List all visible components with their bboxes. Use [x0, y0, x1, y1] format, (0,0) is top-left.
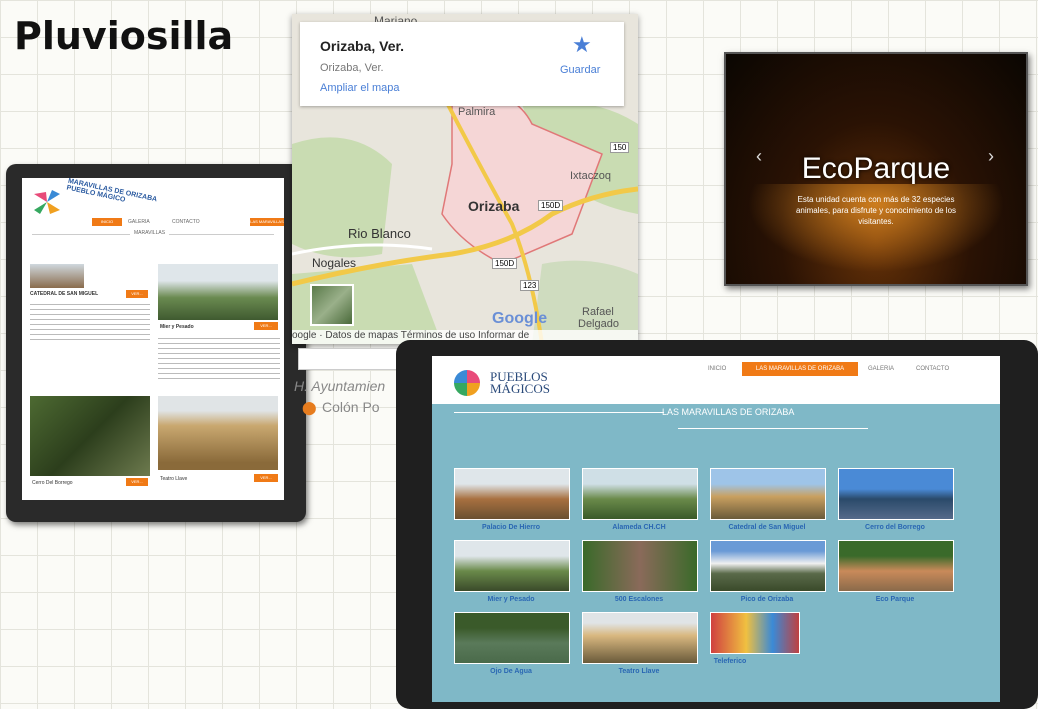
road-badge: 123 [520, 280, 540, 291]
gallery-thumb[interactable] [454, 612, 570, 664]
gallery-caption[interactable]: 500 Escalones [582, 596, 696, 603]
pueblos-magicos-logo-icon [454, 370, 480, 396]
gallery-thumb[interactable] [454, 540, 570, 592]
card-ver-button-mier[interactable]: VER... [254, 322, 278, 330]
google-logo: Google [492, 310, 548, 327]
pinwheel-logo-icon [32, 190, 62, 214]
place-address: Orizaba, Ver. [320, 62, 384, 74]
card-text-mier [158, 338, 280, 380]
gallery-thumb[interactable] [838, 468, 954, 520]
page-title: Pluviosilla [14, 14, 234, 58]
place-title: Orizaba, Ver. [320, 38, 405, 54]
ecoparque-slide: ‹ › EcoParque Esta unidad cuenta con más… [724, 52, 1028, 286]
nav-galeria[interactable]: GALERIA [868, 366, 894, 372]
logo-line: MÁGICOS [490, 381, 550, 396]
slide-heading: EcoParque [801, 152, 951, 185]
map-results: H. Ayuntamien ⬤ Colón Po [292, 344, 402, 424]
gallery-caption[interactable]: Catedral de San Miguel [710, 524, 824, 531]
gallery-thumb[interactable] [838, 540, 954, 592]
gallery-thumb[interactable] [454, 468, 570, 520]
map-label-rafael: Rafael [582, 306, 614, 318]
gallery-thumb[interactable] [710, 612, 800, 654]
card-ver-button-teatro[interactable]: VER... [254, 474, 278, 482]
map-label-delgado: Delgado [578, 318, 619, 330]
gallery-caption[interactable]: Teleferico [700, 658, 760, 665]
right-tablet-frame: PUEBLOS MÁGICOS INICIO LAS MARAVILLAS DE… [396, 340, 1038, 709]
search-input[interactable] [298, 348, 400, 370]
divider [454, 412, 664, 413]
gallery-caption[interactable]: Alameda CH.CH [582, 524, 696, 531]
save-button[interactable]: Guardar [560, 64, 600, 76]
divider [678, 428, 868, 429]
result-item[interactable]: Colón Po [322, 399, 380, 415]
place-card: Orizaba, Ver. Orizaba, Ver. Ampliar el m… [300, 22, 624, 106]
gallery-caption[interactable]: Mier y Pesado [454, 596, 568, 603]
left-section-title: MARAVILLAS [130, 230, 170, 236]
teatro-llave-photo [158, 396, 278, 470]
location-pin-icon: ⬤ [302, 400, 317, 415]
left-tablet-frame: MARAVILLAS DE ORIZABA PUEBLO MÁGICO INIC… [6, 164, 306, 522]
left-tablet-screen: MARAVILLAS DE ORIZABA PUEBLO MÁGICO INIC… [22, 178, 284, 500]
gallery-caption[interactable]: Pico de Orizaba [710, 596, 824, 603]
gallery-thumb[interactable] [710, 468, 826, 520]
map-label-nogales: Nogales [312, 256, 357, 270]
right-tablet-screen: PUEBLOS MÁGICOS INICIO LAS MARAVILLAS DE… [432, 356, 1000, 702]
card-title-catedral: CATEDRAL DE SAN MIGUEL [30, 291, 99, 297]
card-title-cerro: Cerro Del Borrego [32, 480, 73, 486]
mier-pesado-photo [158, 264, 278, 320]
left-site-logo-text: MARAVILLAS DE ORIZABA PUEBLO MÁGICO [65, 178, 158, 204]
gallery-caption[interactable]: Cerro del Borrego [838, 524, 952, 531]
left-nav-contacto[interactable]: CONTACTO [172, 219, 200, 225]
card-text-catedral [30, 304, 150, 340]
nav-maravillas[interactable]: LAS MARAVILLAS DE ORIZABA [742, 362, 858, 376]
star-icon[interactable]: ★ [572, 32, 592, 58]
gallery-caption[interactable]: Palacio De Hierro [454, 524, 568, 531]
cathedral-thumb [30, 264, 84, 288]
section-heading: LAS MARAVILLAS DE ORIZABA [662, 407, 795, 417]
enlarge-map-link[interactable]: Ampliar el mapa [320, 82, 399, 94]
result-item[interactable]: H. Ayuntamien [294, 378, 385, 394]
card-ver-button-catedral[interactable]: VER... [126, 290, 148, 298]
road-badge: 150D [538, 200, 564, 211]
card-title-teatro: Teatro Llave [160, 476, 188, 482]
slide-caption: Esta unidad cuenta con más de 32 especie… [795, 195, 957, 226]
map-label-rio-blanco: Rio Blanco [348, 226, 411, 241]
gallery-caption[interactable]: Eco Parque [838, 596, 952, 603]
road-badge: 150 [610, 142, 630, 153]
left-nav-maravillas[interactable]: LAS MARAVILLAS [250, 218, 284, 226]
nav-contacto[interactable]: CONTACTO [916, 366, 949, 372]
card-ver-button-cerro[interactable]: VER... [126, 478, 148, 486]
map-label-ixtaczoquitlan: Ixtaczoq [570, 170, 611, 182]
gallery-thumb[interactable] [710, 540, 826, 592]
card-title-mier: Mier y Pesado [160, 324, 194, 330]
cerro-borrego-photo [30, 396, 150, 476]
gallery-thumb[interactable] [582, 468, 698, 520]
gallery-caption[interactable]: Teatro Llave [582, 668, 696, 675]
gallery-thumb[interactable] [582, 612, 698, 664]
left-nav-inicio[interactable]: INICIO [92, 218, 122, 226]
left-nav-galeria[interactable]: GALERIA [128, 219, 150, 225]
site-logo: PUEBLOS MÁGICOS [490, 370, 550, 396]
gallery-caption[interactable]: Ojo De Agua [454, 668, 568, 675]
map-label-orizaba: Orizaba [468, 198, 520, 214]
road-badge: 150D [492, 258, 518, 269]
nav-inicio[interactable]: INICIO [708, 366, 726, 372]
gallery-thumb[interactable] [582, 540, 698, 592]
map-label-palmira: Palmira [458, 106, 496, 118]
satellite-toggle[interactable] [310, 284, 354, 326]
